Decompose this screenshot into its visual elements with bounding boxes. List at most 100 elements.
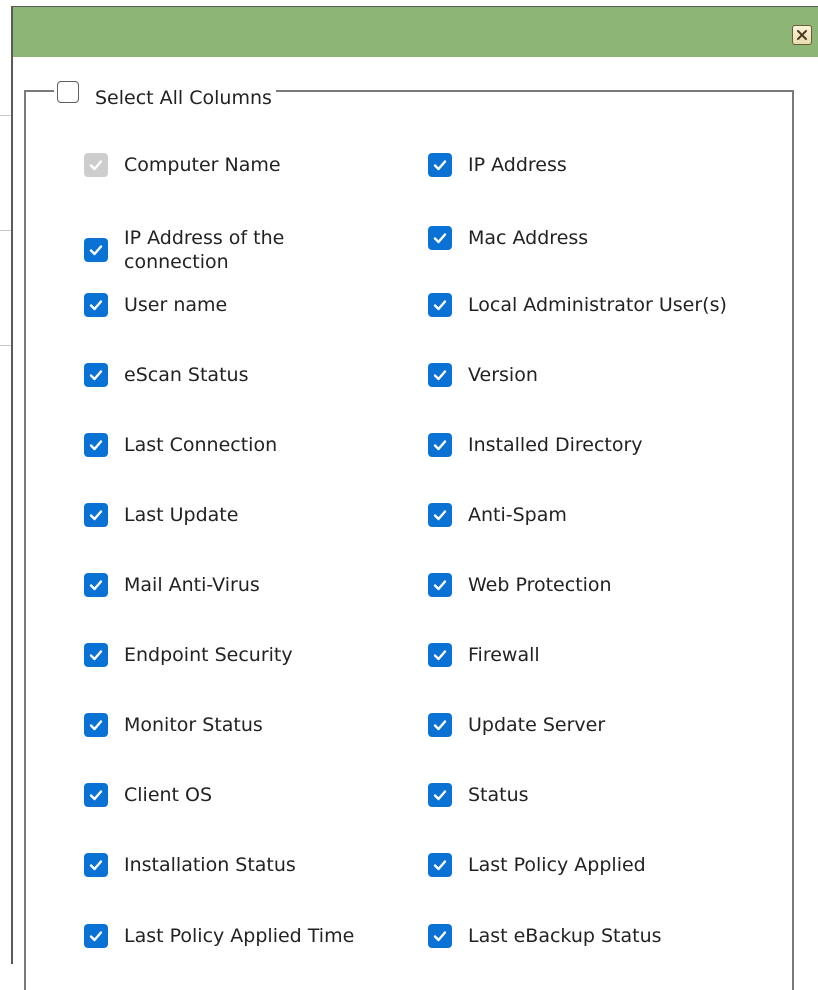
column-checkbox-label[interactable]: Update Server (468, 713, 605, 737)
column-checkbox[interactable] (84, 783, 108, 807)
column-option[interactable]: Last Connection (84, 433, 277, 457)
column-checkbox[interactable] (84, 433, 108, 457)
checkmark-icon (89, 720, 103, 731)
column-checkbox-label[interactable]: Monitor Status (124, 713, 263, 737)
close-x-icon (797, 30, 807, 40)
column-checkbox-label[interactable]: Web Protection (468, 573, 612, 597)
column-option[interactable]: Anti-Spam (428, 503, 567, 527)
column-checkbox-label[interactable]: Installation Status (124, 853, 296, 877)
column-checkbox[interactable] (84, 573, 108, 597)
column-checkbox[interactable] (428, 643, 452, 667)
column-option[interactable]: Last Update (84, 503, 238, 527)
checkmark-icon (433, 650, 447, 661)
column-checkbox[interactable] (428, 924, 452, 948)
column-option[interactable]: IP Address (428, 153, 567, 177)
column-checkbox[interactable] (84, 293, 108, 317)
column-option[interactable]: Installed Directory (428, 433, 643, 457)
column-checkbox-label[interactable]: Mail Anti-Virus (124, 573, 260, 597)
close-button[interactable] (792, 25, 812, 45)
column-checkbox[interactable] (84, 238, 108, 262)
column-checkbox-label[interactable]: Last eBackup Status (468, 924, 662, 948)
checkmark-icon (89, 790, 103, 801)
column-option[interactable]: Version (428, 363, 538, 387)
checkmark-icon (433, 233, 447, 244)
column-checkbox[interactable] (84, 853, 108, 877)
column-checkbox[interactable] (428, 433, 452, 457)
column-checkbox[interactable] (428, 783, 452, 807)
column-option[interactable]: Local Administrator User(s) (428, 293, 727, 317)
column-checkbox[interactable] (84, 713, 108, 737)
checkmark-icon (433, 370, 447, 381)
column-checkbox-label[interactable]: Last Policy Applied (468, 853, 646, 877)
column-checkbox-label[interactable]: Firewall (468, 643, 540, 667)
column-checkbox-label[interactable]: Mac Address (468, 226, 588, 250)
column-checkbox-label[interactable]: Installed Directory (468, 433, 643, 457)
checkmark-icon (89, 650, 103, 661)
column-checkbox[interactable] (428, 573, 452, 597)
checkmark-icon (89, 510, 103, 521)
column-option[interactable]: Firewall (428, 643, 540, 667)
checkmark-icon (433, 931, 447, 942)
checkmark-icon (433, 440, 447, 451)
column-checkbox[interactable] (84, 503, 108, 527)
checkmark-icon (89, 931, 103, 942)
column-checkbox-label[interactable]: Status (468, 783, 529, 807)
checkmark-icon (89, 580, 103, 591)
column-option[interactable]: Last eBackup Status (428, 924, 662, 948)
checkmark-icon (89, 370, 103, 381)
column-option[interactable]: Endpoint Security (84, 643, 293, 667)
column-checkbox[interactable] (428, 153, 452, 177)
select-all-label[interactable]: Select All Columns (95, 87, 272, 109)
checkmark-icon (433, 720, 447, 731)
checkmark-icon (433, 160, 447, 171)
column-checkbox[interactable] (428, 853, 452, 877)
column-option[interactable]: Mail Anti-Virus (84, 573, 260, 597)
column-option[interactable]: User name (84, 293, 227, 317)
column-checkbox-label[interactable]: Version (468, 363, 538, 387)
column-checkbox-label[interactable]: Local Administrator User(s) (468, 293, 727, 317)
column-checkbox-label[interactable]: Endpoint Security (124, 643, 293, 667)
column-checkbox[interactable] (84, 643, 108, 667)
column-checkbox-label[interactable]: eScan Status (124, 363, 248, 387)
column-option[interactable]: Mac Address (428, 226, 588, 250)
column-option[interactable]: Client OS (84, 783, 212, 807)
column-checkbox-label[interactable]: Computer Name (124, 153, 281, 177)
column-checkbox-label[interactable]: Anti-Spam (468, 503, 567, 527)
column-checkbox[interactable] (428, 226, 452, 250)
checkmark-icon (433, 860, 447, 871)
column-checkbox-label[interactable]: Last Update (124, 503, 238, 527)
checkmark-icon (433, 580, 447, 591)
column-checkbox-label[interactable]: Last Policy Applied Time (124, 924, 354, 948)
column-option[interactable]: Installation Status (84, 853, 296, 877)
column-option[interactable]: Monitor Status (84, 713, 263, 737)
column-option[interactable]: Update Server (428, 713, 605, 737)
column-option[interactable]: Status (428, 783, 529, 807)
checkmark-icon (89, 160, 103, 171)
checkmark-icon (433, 510, 447, 521)
column-option[interactable]: eScan Status (84, 363, 248, 387)
checkmark-icon (89, 860, 103, 871)
column-option[interactable]: Last Policy Applied (428, 853, 646, 877)
column-checkbox[interactable] (428, 713, 452, 737)
checkmark-icon (89, 245, 103, 256)
column-checkbox-label[interactable]: IP Address of the connection (124, 226, 324, 274)
checkmark-icon (433, 300, 447, 311)
column-option[interactable]: Computer Name (84, 153, 281, 177)
select-all-checkbox[interactable] (57, 81, 79, 103)
column-checkbox-label[interactable]: Client OS (124, 783, 212, 807)
column-option[interactable]: Web Protection (428, 573, 612, 597)
column-checkbox-label[interactable]: Last Connection (124, 433, 277, 457)
checkmark-icon (433, 790, 447, 801)
column-checkbox-label[interactable]: IP Address (468, 153, 567, 177)
column-option[interactable]: IP Address of the connection (84, 226, 324, 274)
column-checkbox-label[interactable]: User name (124, 293, 227, 317)
column-checkbox[interactable] (428, 503, 452, 527)
column-checkbox (84, 153, 108, 177)
column-checkbox[interactable] (428, 293, 452, 317)
checkmark-icon (89, 300, 103, 311)
dialog-titlebar[interactable] (13, 7, 818, 57)
column-option[interactable]: Last Policy Applied Time (84, 924, 354, 948)
column-checkbox[interactable] (84, 924, 108, 948)
column-checkbox[interactable] (84, 363, 108, 387)
column-checkbox[interactable] (428, 363, 452, 387)
